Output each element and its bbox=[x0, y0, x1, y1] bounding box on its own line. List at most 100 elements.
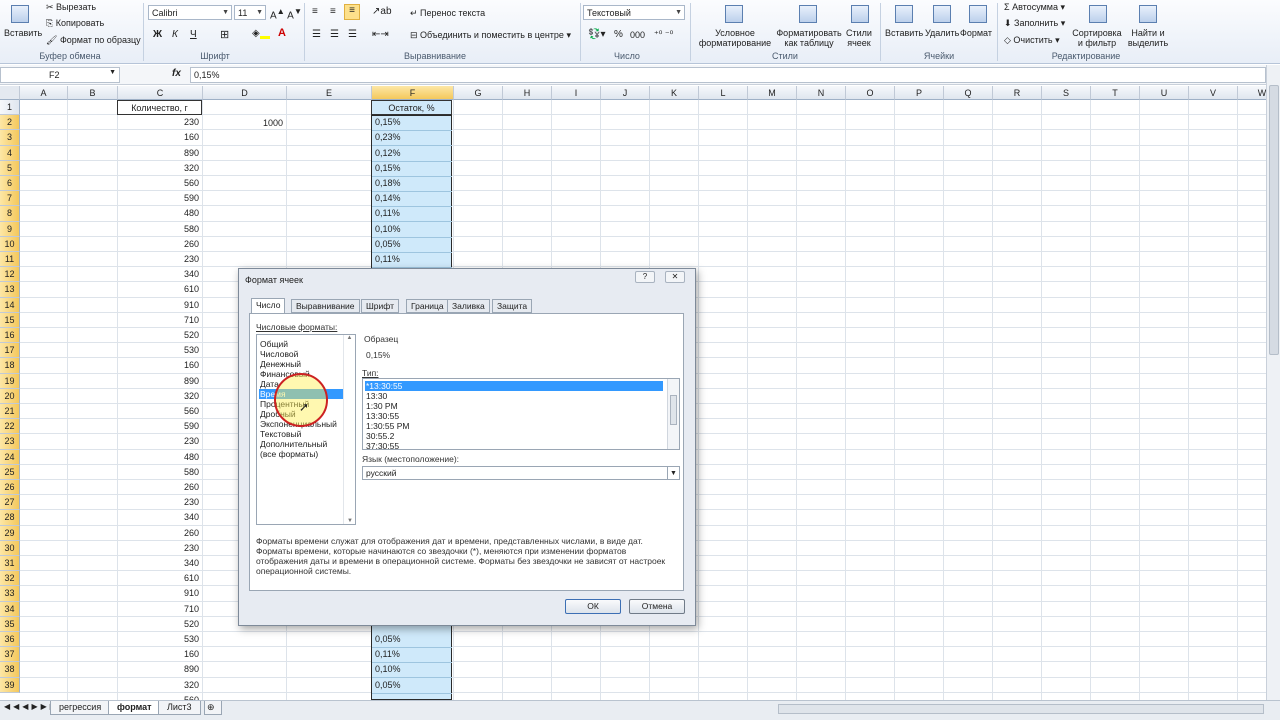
align-center-icon[interactable]: ☰ bbox=[330, 29, 339, 40]
percent-button[interactable]: % bbox=[614, 29, 623, 40]
row-header[interactable]: 32 bbox=[0, 571, 20, 587]
row-header[interactable]: 18 bbox=[0, 358, 20, 374]
column-header-C[interactable]: C bbox=[118, 86, 203, 100]
insert-function-button[interactable]: fx bbox=[172, 68, 181, 79]
currency-icon[interactable]: 💱▾ bbox=[588, 29, 605, 40]
row-header[interactable]: 14 bbox=[0, 297, 20, 313]
column-header-I[interactable]: I bbox=[552, 86, 601, 100]
cell-C[interactable]: 320 bbox=[117, 389, 202, 404]
row-header[interactable]: 6 bbox=[0, 176, 20, 192]
cell-F[interactable]: 0,15% bbox=[372, 161, 452, 177]
formula-input[interactable]: 0,15% bbox=[190, 67, 1266, 83]
type-item[interactable]: 1:30:55 PM bbox=[365, 421, 665, 431]
row-header[interactable]: 4 bbox=[0, 145, 20, 161]
cell-C[interactable]: 590 bbox=[117, 191, 202, 206]
type-item[interactable]: 37:30:55 bbox=[365, 441, 665, 451]
row-header[interactable]: 13 bbox=[0, 282, 20, 298]
cell-F[interactable]: 0,18% bbox=[372, 176, 452, 192]
delete-cells-icon[interactable] bbox=[930, 2, 952, 24]
category-item[interactable]: Общий bbox=[259, 339, 343, 349]
cell-C[interactable]: 890 bbox=[117, 374, 202, 389]
cancel-button[interactable]: Отмена bbox=[629, 599, 685, 614]
cell-C[interactable]: 260 bbox=[117, 480, 202, 495]
cell-C[interactable]: 910 bbox=[117, 298, 202, 313]
type-item[interactable]: 13:30 bbox=[365, 391, 665, 401]
cell-C[interactable]: 910 bbox=[117, 586, 202, 601]
cell-C[interactable]: 520 bbox=[117, 617, 202, 632]
dialog-tab-2[interactable]: Шрифт bbox=[361, 299, 399, 313]
cell-C1[interactable]: Количество, г bbox=[117, 100, 202, 115]
ok-button[interactable]: ОК bbox=[565, 599, 621, 614]
column-header-J[interactable]: J bbox=[601, 86, 650, 100]
format-cells-icon[interactable] bbox=[966, 2, 988, 24]
cell-C[interactable]: 560 bbox=[117, 693, 202, 700]
cell-C[interactable]: 890 bbox=[117, 662, 202, 677]
autosum-button[interactable]: Σ Автосумма ▾ bbox=[1004, 2, 1065, 13]
tab-sheet3[interactable]: Лист3 bbox=[158, 701, 201, 715]
category-item[interactable]: (все форматы) bbox=[259, 449, 343, 459]
cell-C[interactable]: 520 bbox=[117, 328, 202, 343]
row-header[interactable]: 35 bbox=[0, 616, 20, 632]
underline-button[interactable]: Ч bbox=[190, 29, 197, 40]
cell-C[interactable]: 560 bbox=[117, 404, 202, 419]
align-left-icon[interactable]: ☰ bbox=[312, 29, 321, 40]
sort-filter-icon[interactable] bbox=[1086, 2, 1108, 24]
copy-button[interactable]: ⎘ Копировать bbox=[46, 18, 104, 29]
row-header[interactable]: 29 bbox=[0, 525, 20, 541]
column-header-T[interactable]: T bbox=[1091, 86, 1140, 100]
cell-C[interactable]: 230 bbox=[117, 541, 202, 556]
column-header-V[interactable]: V bbox=[1189, 86, 1238, 100]
tab-format[interactable]: формат bbox=[108, 701, 161, 715]
column-header-E[interactable]: E bbox=[287, 86, 372, 100]
align-top-icon[interactable]: ≡ bbox=[312, 6, 318, 17]
row-header[interactable]: 39 bbox=[0, 677, 20, 693]
align-bottom-icon[interactable]: ≡ bbox=[344, 4, 360, 20]
cell-C[interactable]: 340 bbox=[117, 267, 202, 282]
cell-C[interactable]: 230 bbox=[117, 115, 202, 130]
row-header[interactable]: 8 bbox=[0, 206, 20, 222]
fill-button[interactable]: ⬇ Заполнить ▾ bbox=[1004, 18, 1065, 29]
type-item[interactable]: 30:55.2 bbox=[365, 431, 665, 441]
cell-C[interactable]: 530 bbox=[117, 343, 202, 358]
align-middle-icon[interactable]: ≡ bbox=[330, 6, 336, 17]
cell-styles-icon[interactable] bbox=[848, 2, 870, 24]
column-header-D[interactable]: D bbox=[203, 86, 287, 100]
insert-cells-button[interactable]: Вставить bbox=[885, 28, 923, 38]
row-header[interactable]: 5 bbox=[0, 160, 20, 176]
cell-F[interactable]: 0,10% bbox=[372, 662, 452, 679]
grow-font-icon[interactable]: A▲ A▼ bbox=[270, 6, 302, 21]
thousands-button[interactable]: 000 bbox=[630, 30, 645, 40]
row-header[interactable]: 7 bbox=[0, 191, 20, 207]
cell-C[interactable]: 260 bbox=[117, 237, 202, 252]
decimal-icon[interactable]: ⁺⁰ ⁻⁰ bbox=[654, 29, 673, 40]
column-header-H[interactable]: H bbox=[503, 86, 552, 100]
column-header-K[interactable]: K bbox=[650, 86, 699, 100]
column-header-U[interactable]: U bbox=[1140, 86, 1189, 100]
cell-C[interactable]: 230 bbox=[117, 252, 202, 267]
cut-button[interactable]: ✂ Вырезать bbox=[46, 2, 96, 13]
bold-button[interactable]: Ж bbox=[153, 29, 162, 40]
cell-C[interactable]: 530 bbox=[117, 632, 202, 647]
column-header-S[interactable]: S bbox=[1042, 86, 1091, 100]
indent-icon[interactable]: ⇤⇥ bbox=[372, 29, 389, 40]
cell-C[interactable]: 590 bbox=[117, 419, 202, 434]
insert-cells-icon[interactable] bbox=[892, 2, 914, 24]
row-header[interactable]: 15 bbox=[0, 312, 20, 328]
column-header-Q[interactable]: Q bbox=[944, 86, 993, 100]
row-header[interactable]: 23 bbox=[0, 434, 20, 450]
row-header[interactable]: 27 bbox=[0, 495, 20, 511]
cell-C[interactable]: 610 bbox=[117, 282, 202, 297]
cell-C[interactable]: 580 bbox=[117, 465, 202, 480]
borders-icon[interactable]: ⊞ bbox=[220, 28, 229, 41]
row-header[interactable]: 37 bbox=[0, 647, 20, 663]
cell-C[interactable]: 610 bbox=[117, 571, 202, 586]
row-header[interactable]: 17 bbox=[0, 343, 20, 359]
column-header-A[interactable]: A bbox=[20, 86, 68, 100]
category-item[interactable]: Числовой bbox=[259, 349, 343, 359]
cell-F[interactable]: 0,05% bbox=[372, 678, 452, 694]
type-scrollbar[interactable] bbox=[667, 379, 679, 449]
row-header[interactable]: 12 bbox=[0, 267, 20, 283]
category-item[interactable]: Денежный bbox=[259, 359, 343, 369]
cell-C[interactable]: 580 bbox=[117, 222, 202, 237]
row-header[interactable]: 9 bbox=[0, 221, 20, 237]
